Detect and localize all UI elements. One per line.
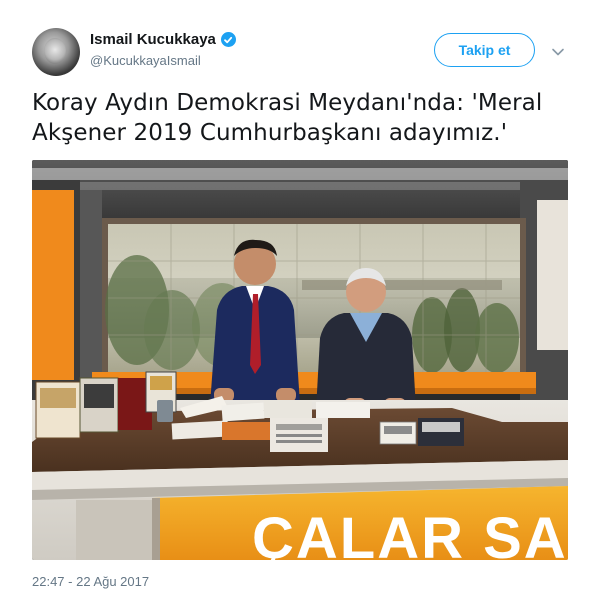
follow-button[interactable]: Takip et (434, 33, 535, 67)
tweet-text: Koray Aydın Demokrasi Meydanı'nda: 'Mera… (32, 90, 543, 146)
studio-banner-text: ÇALAR SA (252, 506, 568, 560)
tweet-timestamp[interactable]: 22:47 - 22 Ağu 2017 (32, 574, 149, 589)
avatar[interactable] (32, 28, 80, 76)
verified-badge-icon (220, 32, 236, 47)
author-name-row[interactable]: Ismail Kucukkaya (90, 31, 236, 48)
author-display-name[interactable]: Ismail Kucukkaya (90, 31, 216, 48)
tweet-photo[interactable]: ÇALAR SA (32, 160, 568, 560)
chevron-down-icon[interactable] (551, 44, 565, 56)
author-handle[interactable]: @KucukkayaIsmail (90, 53, 201, 68)
